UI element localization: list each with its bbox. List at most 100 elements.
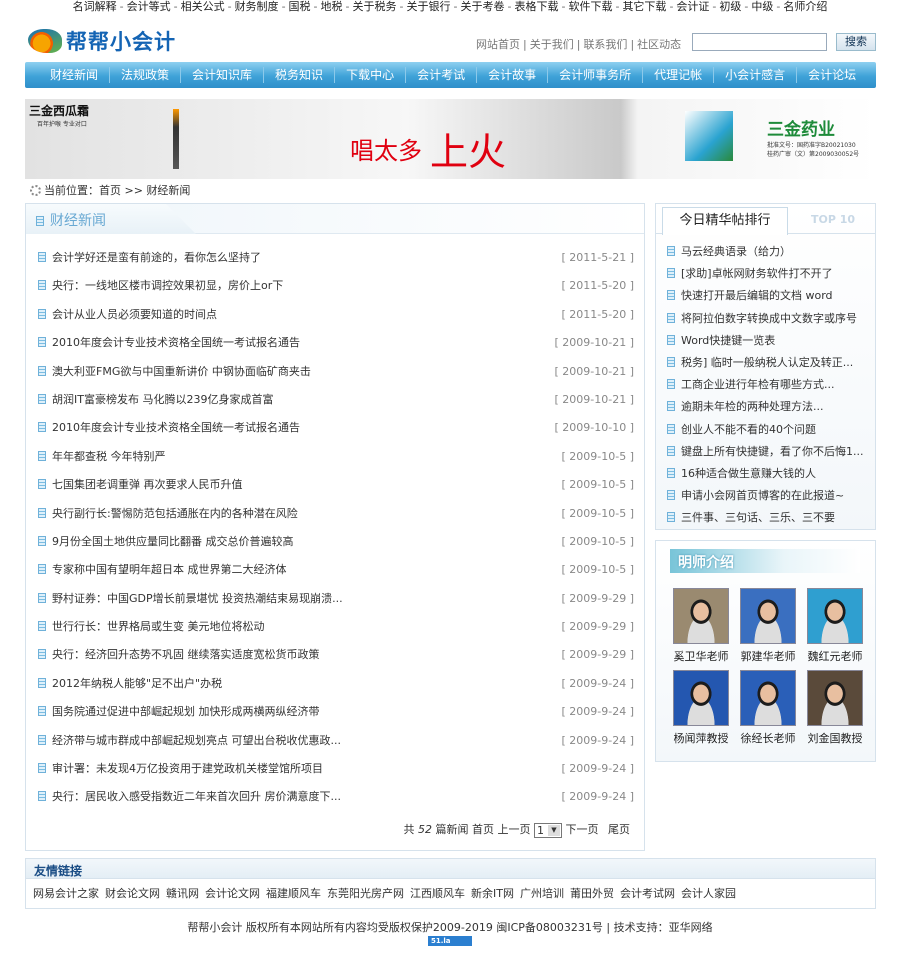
news-item[interactable]: 9月份全国土地供应量同比翻番 成交总价普遍较高 [ 2009-10-5 ] (38, 535, 634, 563)
page-select[interactable]: 1 (534, 822, 562, 838)
top-nav-link[interactable]: 相关公式 (181, 0, 225, 13)
rank-link[interactable]: 将阿拉伯数字转换成中文数字或序号 (681, 312, 857, 325)
next-page-link[interactable]: 下一页 (566, 823, 599, 836)
teacher-card[interactable]: 徐经长老师 (735, 670, 801, 746)
news-link[interactable]: 会计从业人员必须要知道的时间点 (38, 308, 217, 336)
ad-banner[interactable]: 三金西瓜霜 百年护喉 专业对口 唱太多 上火 三金药业 批准文号：国药准字B200… (25, 99, 876, 179)
news-item[interactable]: 世行行长：世界格局或生变 美元地位将松动 [ 2009-9-29 ] (38, 620, 634, 648)
teacher-photo[interactable] (740, 670, 796, 726)
news-item[interactable]: 2012年纳税人能够"足不出户"办税 [ 2009-9-24 ] (38, 677, 634, 705)
stats-badge[interactable]: 51.la (428, 936, 472, 946)
news-item[interactable]: 国务院通过促进中部崛起规划 加快形成两横两纵经济带 [ 2009-9-24 ] (38, 705, 634, 733)
rank-item[interactable]: 将阿拉伯数字转换成中文数字或序号 (667, 310, 875, 332)
rank-item[interactable]: 键盘上所有快捷键，看了你不后悔1... (667, 443, 875, 465)
rank-link[interactable]: 快速打开最后编辑的文档 word (681, 289, 833, 302)
rank-link[interactable]: 创业人不能不看的40个问题 (681, 423, 816, 436)
tab-today-top[interactable]: 今日精华帖排行 (662, 207, 788, 235)
main-nav-item[interactable]: 会计知识库 (181, 67, 265, 83)
news-link[interactable]: 央行副行长:警惕防范包括通胀在内的各种潜在风险 (38, 507, 298, 535)
site-logo[interactable]: 帮帮小会计 (28, 26, 176, 56)
news-item[interactable]: 2010年度会计专业技术资格全国统一考试报名通告 [ 2009-10-10 ] (38, 421, 634, 449)
news-link[interactable]: 专家称中国有望明年超日本 成世界第二大经济体 (38, 563, 287, 591)
top-nav-link[interactable]: 地税 (321, 0, 343, 13)
friend-link[interactable]: 东莞阳光房产网 (327, 887, 404, 900)
rank-item[interactable]: 16种适合做生意赚大钱的人 (667, 465, 875, 487)
news-item[interactable]: 澳大利亚FMG欲与中国重新讲价 中钢协面临矿商夹击 [ 2009-10-21 ] (38, 365, 634, 393)
news-item[interactable]: 央行副行长:警惕防范包括通胀在内的各种潜在风险 [ 2009-10-5 ] (38, 507, 634, 535)
teacher-photo[interactable] (673, 588, 729, 644)
header-link[interactable]: 联系我们 (583, 38, 627, 51)
rank-item[interactable]: 税务] 临时一般纳税人认定及转正... (667, 354, 875, 376)
rank-item[interactable]: 马云经典语录（给力） (667, 243, 875, 265)
top-nav-link[interactable]: 名师介绍 (783, 0, 827, 13)
main-nav-item[interactable]: 税务知识 (264, 67, 336, 83)
friend-link[interactable]: 福建顺风车 (266, 887, 321, 900)
teacher-card[interactable]: 奚卫华老师 (668, 588, 734, 664)
news-link[interactable]: 2012年纳税人能够"足不出户"办税 (38, 677, 222, 705)
news-link[interactable]: 胡润IT富豪榜发布 马化腾以239亿身家成首富 (38, 393, 273, 421)
top-nav-link[interactable]: 其它下载 (622, 0, 666, 13)
news-item[interactable]: 专家称中国有望明年超日本 成世界第二大经济体 [ 2009-10-5 ] (38, 563, 634, 591)
news-link[interactable]: 央行：居民收入感受指数近二年来首次回升 房价满意度下... (38, 790, 341, 818)
teacher-photo[interactable] (807, 670, 863, 726)
news-item[interactable]: 胡润IT富豪榜发布 马化腾以239亿身家成首富 [ 2009-10-21 ] (38, 393, 634, 421)
news-link[interactable]: 年年都查税 今年特别严 (38, 450, 166, 478)
rank-link[interactable]: 16种适合做生意赚大钱的人 (681, 467, 816, 480)
rank-item[interactable]: 快速打开最后编辑的文档 word (667, 287, 875, 309)
news-link[interactable]: 审计署：未发现4万亿投资用于建党政机关楼堂馆所项目 (38, 762, 323, 790)
friend-link[interactable]: 莆田外贸 (570, 887, 614, 900)
first-page-link[interactable]: 首页 (472, 823, 494, 836)
main-nav-item[interactable]: 代理记帐 (643, 67, 715, 83)
search-button[interactable]: 搜索 (836, 33, 876, 51)
top-nav-link[interactable]: 国税 (289, 0, 311, 13)
friend-link[interactable]: 新余IT网 (471, 887, 514, 900)
news-item[interactable]: 会计学好还是蛮有前途的，看你怎么坚持了 [ 2011-5-21 ] (38, 251, 634, 279)
top-nav-link[interactable]: 表格下载 (514, 0, 558, 13)
rank-item[interactable]: Word快捷键一览表 (667, 332, 875, 354)
friend-link[interactable]: 赣讯网 (166, 887, 199, 900)
news-link[interactable]: 七国集团老调重弹 再次要求人民币升值 (38, 478, 243, 506)
news-link[interactable]: 2010年度会计专业技术资格全国统一考试报名通告 (38, 421, 300, 449)
rank-item[interactable]: 逾期未年检的两种处理方法... (667, 398, 875, 420)
news-item[interactable]: 经济带与城市群成中部崛起规划亮点 可望出台税收优惠政... [ 2009-9-24… (38, 734, 634, 762)
news-link[interactable]: 野村证券：中国GDP增长前景堪忧 投资热潮结束易现崩溃... (38, 592, 343, 620)
top-nav-link[interactable]: 软件下载 (568, 0, 612, 13)
friend-link[interactable]: 会计人家园 (681, 887, 736, 900)
teacher-photo[interactable] (740, 588, 796, 644)
friend-link[interactable]: 财会论文网 (105, 887, 160, 900)
teacher-card[interactable]: 郭建华老师 (735, 588, 801, 664)
main-nav-item[interactable]: 下载中心 (335, 67, 407, 83)
top-nav-link[interactable]: 名词解释 (73, 0, 117, 13)
rank-item[interactable]: 三件事、三句话、三乐、三不要 (667, 509, 875, 531)
breadcrumb-home-link[interactable]: 首页 (99, 184, 121, 197)
news-item[interactable]: 野村证券：中国GDP增长前景堪忧 投资热潮结束易现崩溃... [ 2009-9-2… (38, 592, 634, 620)
teacher-card[interactable]: 杨闻萍教授 (668, 670, 734, 746)
main-nav-item[interactable]: 法规政策 (110, 67, 182, 83)
rank-item[interactable]: [求助]卓帐网财务软件打不开了 (667, 265, 875, 287)
friend-link[interactable]: 会计论文网 (205, 887, 260, 900)
last-page-link[interactable]: 尾页 (608, 823, 630, 836)
rank-link[interactable]: 逾期未年检的两种处理方法... (681, 400, 824, 413)
rank-item[interactable]: 工商企业进行年检有哪些方式... (667, 376, 875, 398)
teacher-photo[interactable] (673, 670, 729, 726)
rank-link[interactable]: 工商企业进行年检有哪些方式... (681, 378, 835, 391)
news-item[interactable]: 央行：一线地区楼市调控效果初显，房价上or下 [ 2011-5-20 ] (38, 279, 634, 307)
main-nav-item[interactable]: 小会计感言 (714, 67, 798, 83)
top-nav-link[interactable]: 会计证 (676, 0, 709, 13)
teacher-photo[interactable] (807, 588, 863, 644)
main-nav-item[interactable]: 会计师事务所 (548, 67, 644, 83)
header-link[interactable]: 社区动态 (637, 38, 681, 51)
main-nav-item[interactable]: 会计考试 (406, 67, 478, 83)
friend-link[interactable]: 会计考试网 (620, 887, 675, 900)
rank-link[interactable]: 税务] 临时一般纳税人认定及转正... (681, 356, 853, 369)
news-item[interactable]: 央行：居民收入感受指数近二年来首次回升 房价满意度下... [ 2009-9-24… (38, 790, 634, 818)
prev-page-link[interactable]: 上一页 (498, 823, 531, 836)
tab-top10[interactable]: TOP 10 (811, 213, 855, 226)
news-link[interactable]: 澳大利亚FMG欲与中国重新讲价 中钢协面临矿商夹击 (38, 365, 311, 393)
header-link[interactable]: 关于我们 (530, 38, 574, 51)
news-link[interactable]: 会计学好还是蛮有前途的，看你怎么坚持了 (38, 251, 261, 279)
rank-item[interactable]: 创业人不能不看的40个问题 (667, 421, 875, 443)
news-item[interactable]: 2010年度会计专业技术资格全国统一考试报名通告 [ 2009-10-21 ] (38, 336, 634, 364)
news-item[interactable]: 央行：经济回升态势不巩固 继续落实适度宽松货币政策 [ 2009-9-29 ] (38, 648, 634, 676)
friend-link[interactable]: 江西顺风车 (410, 887, 465, 900)
